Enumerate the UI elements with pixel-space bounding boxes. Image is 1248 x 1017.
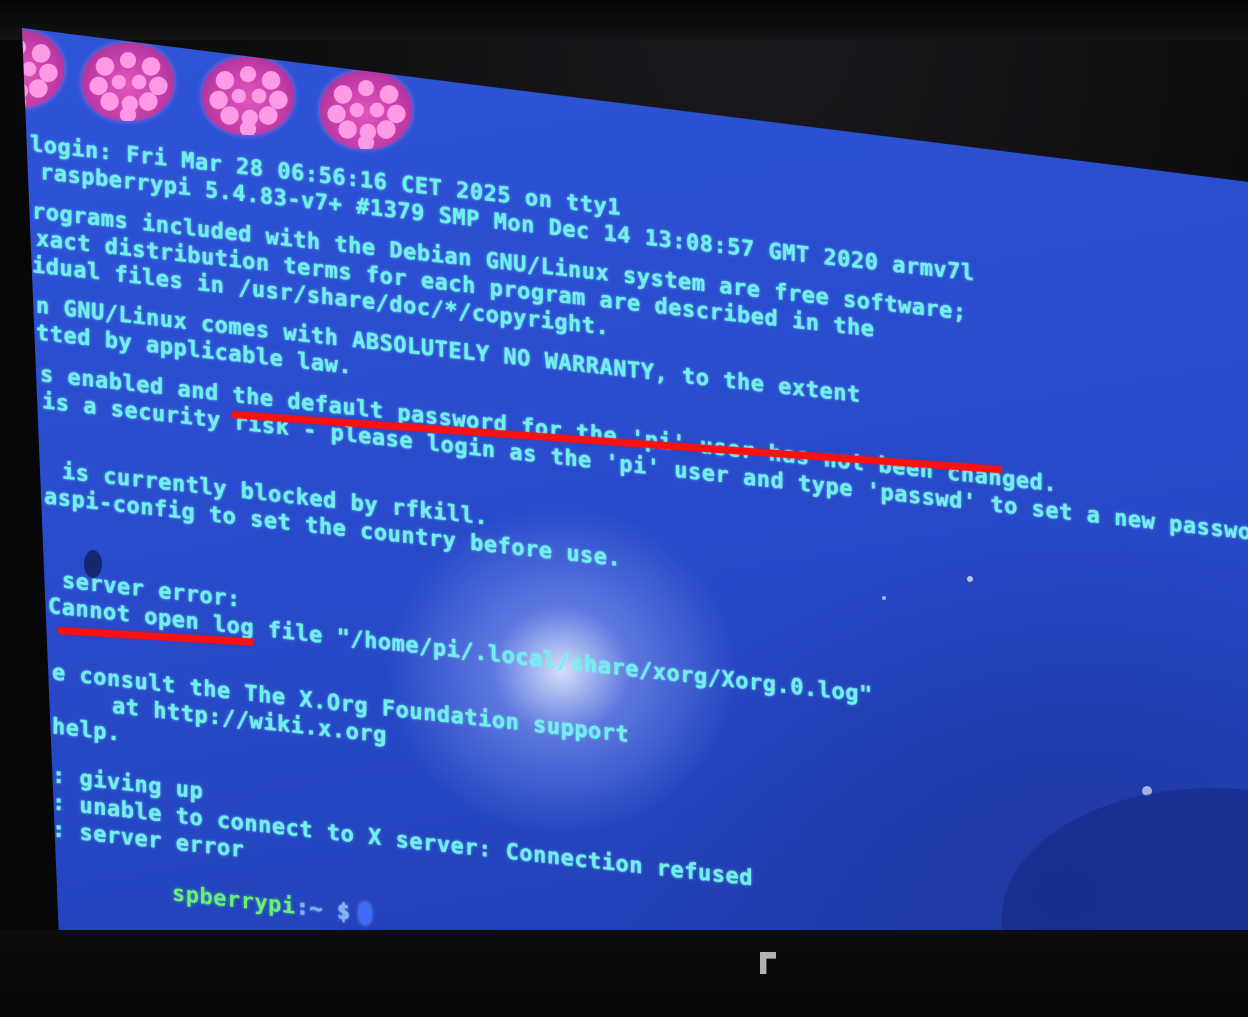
screen-speck: [967, 576, 973, 582]
monitor-bezel-top: [0, 0, 1248, 40]
raspberry-logo-icon: [22, 30, 64, 108]
reflection-shadow: [1002, 788, 1248, 933]
prompt-path: :~ $: [295, 894, 351, 926]
screen-speck: [882, 596, 886, 600]
terminal-screen: login: Fri Mar 28 06:56:16 CET 2025 on t…: [22, 28, 1248, 933]
text-cursor: [358, 901, 371, 925]
raspberry-logo-icon: [320, 71, 412, 149]
console-line: help.: [52, 714, 121, 747]
photo-of-monitor: login: Fri Mar 28 06:56:16 CET 2025 on t…: [0, 0, 1248, 1017]
raspberry-logo-icon: [202, 57, 294, 135]
prompt-hostname: spberrypi: [171, 881, 296, 920]
raspberry-logo-icon: [82, 43, 174, 121]
screen-smudge: [84, 550, 102, 578]
monitor-bezel-bottom: [0, 930, 1248, 1017]
